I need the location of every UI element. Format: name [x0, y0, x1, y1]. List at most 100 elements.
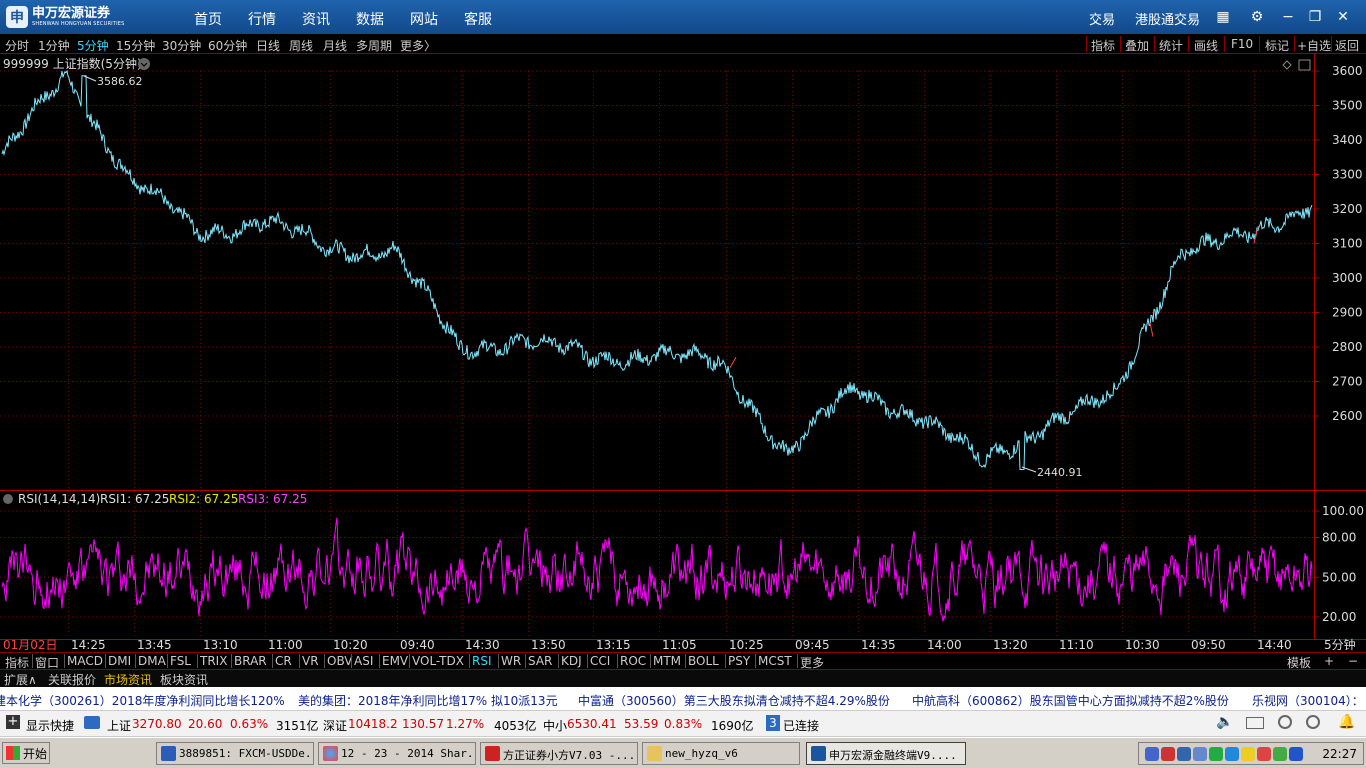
shortcut-toggle[interactable]: 显示快捷: [26, 717, 74, 734]
indicator-tab-fsl[interactable]: FSL: [170, 654, 191, 668]
indicator-tab-psy[interactable]: PSY: [728, 654, 750, 668]
ime-icon[interactable]: [1145, 747, 1159, 761]
tool-back[interactable]: 返回: [1335, 37, 1359, 54]
rsi-dropdown-icon[interactable]: [3, 494, 13, 504]
period-more[interactable]: 更多〉: [400, 37, 436, 54]
period-5min[interactable]: 5分钟: [77, 37, 109, 54]
close-icon[interactable]: ✕: [1334, 8, 1352, 26]
remove-window-button[interactable]: −: [1348, 654, 1358, 668]
restore-icon[interactable]: ❐: [1306, 8, 1324, 26]
nav-home[interactable]: 首页: [194, 9, 222, 29]
app-tray-icon[interactable]: [1225, 747, 1239, 761]
add-window-button[interactable]: +: [1324, 654, 1334, 668]
indicator-tab-sar[interactable]: SAR: [528, 654, 552, 668]
indicator-tab-cr[interactable]: CR: [275, 654, 292, 668]
nav-market[interactable]: 行情: [248, 9, 276, 29]
shield-icon[interactable]: [1193, 747, 1207, 761]
keyboard-icon[interactable]: [1246, 717, 1264, 729]
info-tab-market-news[interactable]: 市场资讯: [102, 671, 154, 688]
period-month[interactable]: 月线: [323, 37, 347, 54]
indicator-tab-mtm[interactable]: MTM: [653, 654, 681, 668]
nav-trade[interactable]: 交易: [1089, 9, 1115, 28]
minimize-icon[interactable]: −: [1279, 8, 1297, 26]
task-fangzheng[interactable]: 方正证券小方V7.03 -...: [480, 742, 638, 765]
nav-website[interactable]: 网站: [410, 9, 438, 29]
period-timeshare[interactable]: 分时: [5, 37, 29, 54]
speaker-icon[interactable]: 🔈: [1216, 714, 1233, 730]
indicator-tab-rsi[interactable]: RSI: [472, 654, 492, 668]
indicator-tab-trix[interactable]: TRIX: [200, 654, 227, 668]
indicator-tab-brar[interactable]: BRAR: [234, 654, 267, 668]
nav-hk-connect-trade[interactable]: 港股通交易: [1135, 9, 1200, 28]
flag-icon[interactable]: [1161, 747, 1175, 761]
indicator-tab-boll[interactable]: BOLL: [688, 654, 719, 668]
sh-name[interactable]: 上证: [107, 717, 131, 734]
period-15min[interactable]: 15分钟: [116, 37, 155, 54]
ticker-item[interactable]: 美的集团：2018年净利同比增17% 拟10派13元: [298, 692, 558, 709]
indicator-tab-roc[interactable]: ROC: [620, 654, 646, 668]
indicator-tab-kdj[interactable]: KDJ: [561, 654, 582, 668]
indicator-tab-mcst[interactable]: MCST: [758, 654, 792, 668]
indicator-tab-dma[interactable]: DMA: [138, 654, 166, 668]
ticker-item[interactable]: 中富通（300560）第三大股东拟清仓减持不超4.29%股份: [578, 692, 890, 709]
ticker-item[interactable]: 乐视网（300104）：: [1252, 692, 1364, 709]
chart-title-dropdown-icon[interactable]: [138, 58, 150, 70]
app-tray-icon[interactable]: [1273, 747, 1287, 761]
period-week[interactable]: 周线: [289, 37, 313, 54]
info-tab-expand[interactable]: 扩展∧: [2, 671, 39, 688]
period-30min[interactable]: 30分钟: [162, 37, 201, 54]
period-1min[interactable]: 1分钟: [38, 37, 70, 54]
tool-add-favorite[interactable]: +自选: [1297, 37, 1331, 54]
help-icon[interactable]: [1306, 715, 1320, 729]
network-icon[interactable]: [1177, 747, 1191, 761]
nav-service[interactable]: 客服: [464, 9, 492, 29]
zx-name[interactable]: 中小: [543, 717, 567, 734]
indicator-tab-vol-tdx[interactable]: VOL-TDX: [412, 654, 464, 668]
tab-divider: [558, 654, 559, 668]
sz-name[interactable]: 深证: [323, 717, 347, 734]
tool-overlay[interactable]: 叠加: [1125, 37, 1149, 54]
y-tick-label: 3500: [1332, 99, 1363, 113]
gear-icon[interactable]: ⚙: [1248, 8, 1266, 26]
nav-data[interactable]: 数据: [356, 9, 384, 29]
indicator-tab-vr[interactable]: VR: [302, 654, 319, 668]
info-tab-sector-news[interactable]: 板块资讯: [158, 671, 210, 688]
period-multi[interactable]: 多周期: [356, 37, 392, 54]
panel-toggle-icon[interactable]: [1298, 59, 1311, 71]
tool-mark[interactable]: 标记: [1265, 37, 1289, 54]
ticker-item[interactable]: 中航高科（600862）股东国管中心方面拟减持不超2%股份: [912, 692, 1229, 709]
indicator-tab-emv[interactable]: EMV: [382, 654, 408, 668]
plus-icon[interactable]: +: [6, 715, 20, 729]
bluetooth-icon[interactable]: [1289, 747, 1303, 761]
tool-draw-line[interactable]: 画线: [1194, 37, 1218, 54]
task-folder[interactable]: new_hyzq_v6: [642, 742, 800, 765]
period-60min[interactable]: 60分钟: [208, 37, 247, 54]
app-tray-icon[interactable]: [1241, 747, 1255, 761]
start-button[interactable]: 开始: [2, 742, 50, 764]
bell-icon[interactable]: 🔔: [1338, 714, 1355, 730]
tool-indicator[interactable]: 指标: [1091, 37, 1115, 54]
ticker-item[interactable]: 建本化学（300261）2018年度净利润同比增长120%: [0, 692, 285, 709]
connection-status[interactable]: 已连接: [783, 717, 819, 734]
security-icon[interactable]: [1209, 747, 1223, 761]
task-shenwan[interactable]: 申万宏源金融终端V9....: [806, 742, 966, 765]
indicator-tab-obv[interactable]: OBV: [327, 654, 353, 668]
task-browser[interactable]: 12 - 23 - 2014 Shar...: [318, 742, 476, 765]
app-tray-icon[interactable]: [1257, 747, 1271, 761]
zx-value: 6530.41: [567, 717, 617, 731]
diamond-icon[interactable]: [1282, 60, 1292, 70]
search-icon[interactable]: [1278, 715, 1292, 729]
indicator-tab-cci[interactable]: CCI: [590, 654, 610, 668]
grid-menu-icon[interactable]: ▦: [1214, 8, 1232, 26]
period-day[interactable]: 日线: [256, 37, 280, 54]
indicator-tab-asi[interactable]: ASI: [354, 654, 373, 668]
chart-area[interactable]: 999999 上证指数(5分钟) 3600 3500 3400 3300 3200 310…: [0, 54, 1366, 652]
indicator-tab-wr[interactable]: WR: [501, 654, 521, 668]
task-fxcm[interactable]: 3889851: FXCM-USDDe...: [156, 742, 314, 765]
indicator-tab-dmi[interactable]: DMI: [108, 654, 131, 668]
tool-statistics[interactable]: 统计: [1159, 37, 1183, 54]
nav-news[interactable]: 资讯: [302, 9, 330, 29]
indicator-tab-macd[interactable]: MACD: [67, 654, 103, 668]
tool-f10[interactable]: F10: [1231, 37, 1253, 51]
info-tab-related-quotes[interactable]: 关联报价: [46, 671, 98, 688]
